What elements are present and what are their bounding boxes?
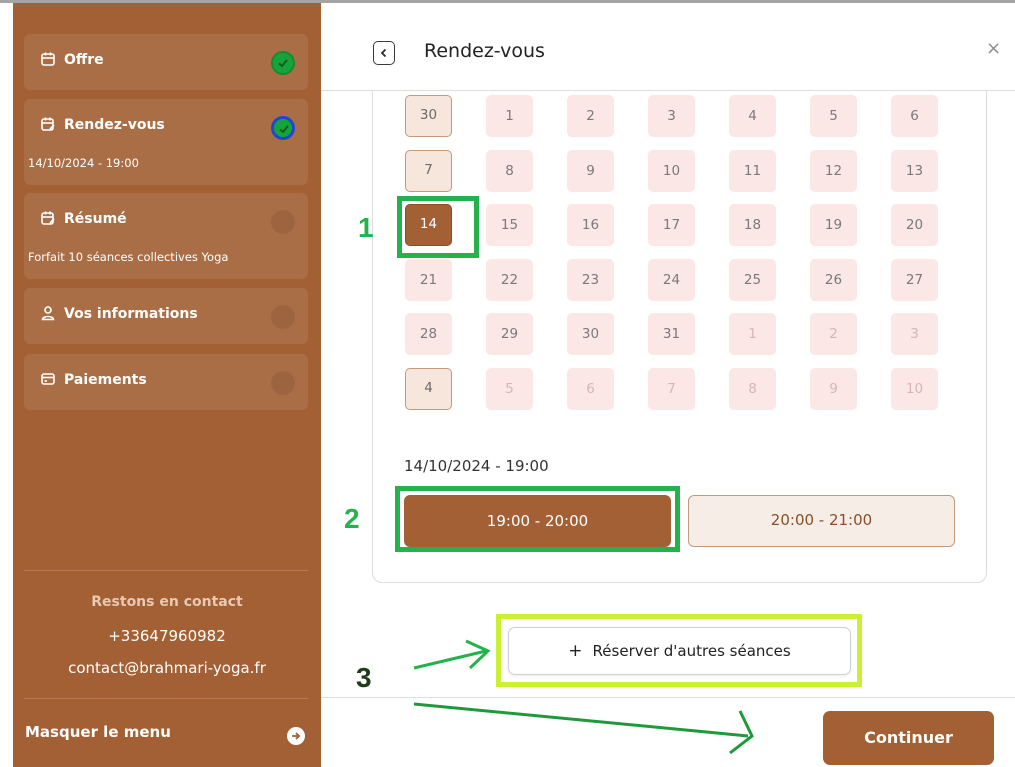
calendar-day[interactable]: 7 bbox=[648, 367, 695, 410]
calendar-day[interactable]: 23 bbox=[567, 258, 614, 301]
calendar-day[interactable]: 8 bbox=[729, 367, 776, 410]
calendar-day[interactable]: 30 bbox=[567, 313, 614, 355]
step-complete-check-icon bbox=[271, 116, 295, 140]
calendar-day[interactable]: 21 bbox=[405, 258, 452, 301]
calendar-day[interactable]: 3 bbox=[891, 313, 938, 355]
annotation-number: 2 bbox=[344, 503, 360, 534]
calendar-day[interactable]: 3 bbox=[648, 95, 695, 137]
calendar-day[interactable]: 26 bbox=[810, 258, 857, 301]
calendar-day[interactable]: 10 bbox=[891, 367, 938, 410]
step-subtitle: Forfait 10 séances collectives Yoga bbox=[28, 250, 229, 264]
calendar-day[interactable]: 15 bbox=[486, 204, 533, 246]
page-title: Rendez-vous bbox=[424, 40, 545, 62]
annotation-number: 1 bbox=[358, 212, 374, 243]
calendar-day[interactable]: 20 bbox=[891, 204, 938, 246]
book-more-label: Réserver d'autres séances bbox=[592, 642, 791, 660]
book-more-sessions-button[interactable]: + Réserver d'autres séances bbox=[508, 627, 851, 675]
calendar-edit-icon bbox=[40, 210, 58, 230]
annotation-arrow bbox=[413, 649, 487, 670]
annotation-arrow bbox=[413, 702, 749, 738]
step-vos-informations[interactable]: Vos informations bbox=[24, 288, 308, 344]
calendar-day[interactable]: 6 bbox=[567, 367, 614, 410]
annotation-arrowhead bbox=[465, 639, 491, 670]
calendar-day[interactable]: 29 bbox=[486, 313, 533, 355]
calendar-icon bbox=[40, 51, 58, 71]
calendar-day[interactable]: 7 bbox=[405, 149, 452, 192]
calendar-day[interactable]: 1 bbox=[486, 95, 533, 137]
hide-menu-label: Masquer le menu bbox=[25, 723, 171, 741]
contact-email[interactable]: contact@brahmari-yoga.fr bbox=[13, 659, 321, 677]
calendar-day[interactable]: 5 bbox=[810, 95, 857, 137]
arrow-right-icon bbox=[287, 727, 305, 745]
contact-phone[interactable]: +33647960982 bbox=[13, 627, 321, 645]
step-complete-check-icon bbox=[271, 51, 295, 75]
calendar-day[interactable]: 19 bbox=[810, 204, 857, 246]
back-button[interactable] bbox=[373, 41, 395, 65]
calendar-day[interactable]: 6 bbox=[891, 95, 938, 137]
calendar-day[interactable]: 16 bbox=[567, 204, 614, 246]
calendar-day[interactable]: 2 bbox=[567, 95, 614, 137]
sidebar-divider bbox=[24, 698, 308, 699]
calendar-day[interactable]: 4 bbox=[729, 95, 776, 137]
sidebar-divider bbox=[24, 570, 308, 571]
step-subtitle: 14/10/2024 - 19:00 bbox=[28, 156, 139, 170]
calendar-day[interactable]: 24 bbox=[648, 258, 695, 301]
calendar-day[interactable]: 17 bbox=[648, 204, 695, 246]
step-label: Résumé bbox=[64, 211, 127, 227]
time-slot[interactable]: 20:00 - 21:00 bbox=[688, 495, 955, 547]
calendar-day[interactable]: 18 bbox=[729, 204, 776, 246]
step-label: Rendez-vous bbox=[64, 117, 165, 133]
calendar-day[interactable]: 1 bbox=[729, 313, 776, 355]
calendar-day[interactable]: 11 bbox=[729, 149, 776, 192]
step-offre[interactable]: Offre bbox=[24, 34, 308, 90]
step-status-dot bbox=[271, 371, 295, 395]
calendar-day[interactable]: 28 bbox=[405, 313, 452, 355]
step-status-dot bbox=[271, 210, 295, 234]
calendar-day[interactable]: 5 bbox=[486, 367, 533, 410]
time-slot-selected[interactable]: 19:00 - 20:00 bbox=[404, 495, 671, 547]
calendar-day[interactable]: 8 bbox=[486, 149, 533, 192]
annotation-arrowhead bbox=[729, 710, 754, 755]
calendar-day[interactable]: 22 bbox=[486, 258, 533, 301]
card-icon bbox=[40, 371, 58, 391]
calendar-day[interactable]: 10 bbox=[648, 149, 695, 192]
calendar-day[interactable]: 31 bbox=[648, 313, 695, 355]
continue-button[interactable]: Continuer bbox=[823, 711, 994, 765]
calendar-day[interactable]: 27 bbox=[891, 258, 938, 301]
calendar-day[interactable]: 12 bbox=[810, 149, 857, 192]
close-icon[interactable]: × bbox=[986, 38, 1001, 59]
step-status-dot bbox=[271, 305, 295, 329]
footer-divider bbox=[321, 697, 1015, 698]
selected-date-label: 14/10/2024 - 19:00 bbox=[404, 457, 549, 475]
calendar-day[interactable]: 25 bbox=[729, 258, 776, 301]
annotation-number: 3 bbox=[356, 662, 372, 693]
user-icon bbox=[40, 305, 58, 325]
step-resume[interactable]: Résumé Forfait 10 séances collectives Yo… bbox=[24, 193, 308, 279]
chevron-left-icon bbox=[380, 48, 387, 58]
calendar-day[interactable]: 4 bbox=[405, 367, 452, 410]
step-label: Paiements bbox=[64, 372, 147, 388]
hide-menu-button[interactable]: Masquer le menu bbox=[25, 723, 305, 751]
plus-icon: + bbox=[568, 641, 583, 661]
step-rendez-vous[interactable]: Rendez-vous 14/10/2024 - 19:00 bbox=[24, 99, 308, 185]
calendar-edit-icon bbox=[40, 116, 58, 136]
contact-heading: Restons en contact bbox=[91, 594, 243, 610]
step-label: Vos informations bbox=[64, 306, 198, 322]
step-paiements[interactable]: Paiements bbox=[24, 354, 308, 410]
calendar-day-selected[interactable]: 14 bbox=[405, 204, 452, 246]
calendar-day[interactable]: 30 bbox=[405, 95, 452, 137]
calendar-day[interactable]: 9 bbox=[810, 367, 857, 410]
calendar-day[interactable]: 2 bbox=[810, 313, 857, 355]
calendar-day[interactable]: 9 bbox=[567, 149, 614, 192]
calendar-day[interactable]: 13 bbox=[891, 149, 938, 192]
sidebar: Offre Rendez-vous 14/10/2024 - 19:00 Rés… bbox=[13, 3, 321, 767]
step-label: Offre bbox=[64, 52, 104, 68]
